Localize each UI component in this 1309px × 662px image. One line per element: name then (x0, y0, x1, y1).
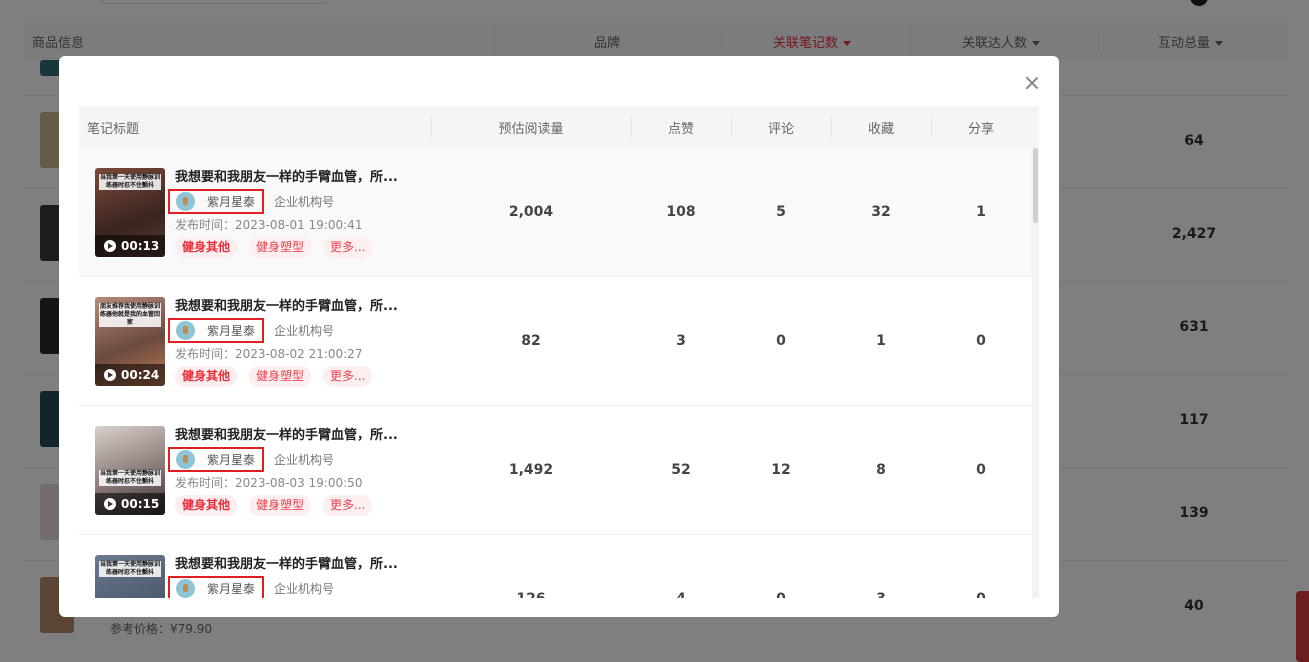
publish-time: 发布时间：2023-08-01 19:00:41 (175, 218, 363, 232)
column-likes: 点赞 (667, 122, 694, 137)
shares-value: 0 (976, 333, 986, 349)
comments-value: 0 (776, 333, 786, 349)
note-title[interactable]: 我想要和我朋友一样的手臂血管，所... (175, 424, 425, 443)
author-name[interactable]: 紫月星泰 (207, 451, 255, 468)
note-thumbnail[interactable]: 当我第一天使用静脉训练器时忍不住颤抖 (95, 555, 165, 598)
author-name[interactable]: 紫月星泰 (207, 322, 255, 339)
tag: 健身塑型 (249, 495, 312, 516)
thumbnail-caption: 当我第一天使用静脉训练器时忍不住颤抖 (99, 470, 161, 486)
author-type: 企业机构号 (274, 582, 335, 596)
comments-value: 0 (731, 591, 831, 598)
tag: 健身其他 (175, 366, 238, 387)
author-avatar[interactable] (176, 321, 195, 340)
shares-value: 0 (976, 462, 986, 478)
note-thumbnail[interactable]: 当我第一天使用静脉训练器时忍不住颤抖 00:15 (95, 426, 165, 515)
author-name[interactable]: 紫月星泰 (207, 580, 255, 597)
play-icon (104, 369, 116, 381)
author-avatar[interactable] (176, 450, 195, 469)
thumbnail-caption: 当我第一天使用静脉训练器时忍不住颤抖 (99, 174, 161, 190)
likes-value: 108 (666, 204, 696, 220)
estimated-reads-value: 82 (521, 333, 541, 349)
tag: 健身其他 (175, 495, 238, 516)
likes-value: 4 (631, 591, 731, 598)
table-row[interactable]: 当我第一天使用静脉训练器时忍不住颤抖 00:15 我想要和我朋友一样的手臂血管，… (79, 406, 1031, 535)
column-comments: 评论 (767, 122, 794, 137)
more-tags-link[interactable]: 更多... (323, 495, 373, 516)
note-thumbnail[interactable]: 当我第一天使用静脉训练器时忍不住颤抖 00:13 (95, 168, 165, 257)
notes-table-header: 笔记标题 预估阅读量 点赞 评论 收藏 分享 (79, 106, 1039, 148)
column-note-title: 笔记标题 (87, 122, 140, 137)
thumbnail-caption: 当我第一天使用静脉训练器时忍不住颤抖 (99, 561, 161, 577)
scrollbar-thumb[interactable] (1033, 148, 1038, 223)
author-avatar[interactable] (176, 579, 195, 598)
publish-time: 发布时间：2023-08-03 19:00:50 (175, 476, 363, 490)
thumbnail-caption: 朋友推荐我使用静脉训练器他就是我的血管回家 (99, 303, 161, 327)
collects-value: 32 (871, 204, 891, 220)
note-title[interactable]: 我想要和我朋友一样的手臂血管，所... (175, 553, 425, 572)
publish-time: 发布时间：2023-08-02 21:00:27 (175, 347, 363, 361)
shares-value: 0 (931, 591, 1031, 598)
table-row[interactable]: 当我第一天使用静脉训练器时忍不住颤抖 00:13 我想要和我朋友一样的手臂血管，… (79, 148, 1031, 277)
shares-value: 1 (976, 204, 986, 220)
likes-value: 52 (671, 462, 691, 478)
collects-value: 3 (831, 591, 931, 598)
table-row[interactable]: 朋友推荐我使用静脉训练器他就是我的血管回家 00:24 我想要和我朋友一样的手臂… (79, 277, 1031, 406)
note-title[interactable]: 我想要和我朋友一样的手臂血管，所... (175, 295, 425, 314)
collects-value: 8 (876, 462, 886, 478)
column-shares: 分享 (967, 122, 994, 137)
play-icon (104, 240, 116, 252)
play-icon (104, 498, 116, 510)
more-tags-link[interactable]: 更多... (323, 237, 373, 258)
tag: 健身塑型 (249, 237, 312, 258)
comments-value: 12 (771, 462, 791, 478)
note-title[interactable]: 我想要和我朋友一样的手臂血管，所... (175, 166, 425, 185)
close-icon[interactable] (1023, 74, 1041, 92)
note-thumbnail[interactable]: 朋友推荐我使用静脉训练器他就是我的血管回家 00:24 (95, 297, 165, 386)
notes-table-body: 当我第一天使用静脉训练器时忍不住颤抖 00:13 我想要和我朋友一样的手臂血管，… (79, 148, 1039, 598)
estimated-reads-value: 126 (431, 591, 631, 598)
author-type: 企业机构号 (274, 195, 335, 209)
linked-notes-modal: 笔记标题 预估阅读量 点赞 评论 收藏 分享 当我第一天使用静脉训练器时忍不住颤… (59, 56, 1059, 617)
likes-value: 3 (676, 333, 686, 349)
estimated-reads-value: 2,004 (508, 204, 554, 220)
author-name[interactable]: 紫月星泰 (207, 193, 255, 210)
tag: 健身塑型 (249, 366, 312, 387)
collects-value: 1 (876, 333, 886, 349)
estimated-reads-value: 1,492 (508, 462, 554, 478)
column-estimated-reads: 预估阅读量 (498, 122, 564, 137)
tag: 健身其他 (175, 237, 238, 258)
comments-value: 5 (776, 204, 786, 220)
author-type: 企业机构号 (274, 453, 335, 467)
column-collects: 收藏 (867, 122, 894, 137)
table-row[interactable]: 当我第一天使用静脉训练器时忍不住颤抖 我想要和我朋友一样的手臂血管，所... 紫… (79, 535, 1031, 598)
author-avatar[interactable] (176, 192, 195, 211)
author-type: 企业机构号 (274, 324, 335, 338)
more-tags-link[interactable]: 更多... (323, 366, 373, 387)
